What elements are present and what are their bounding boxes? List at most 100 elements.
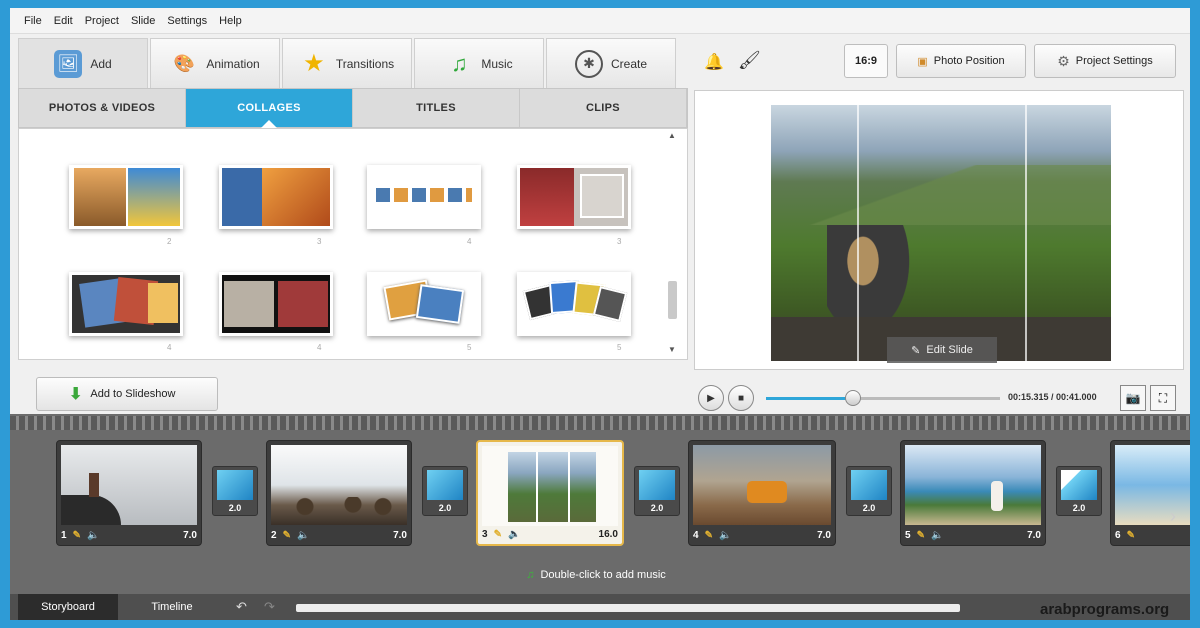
slide-thumbnail-selected[interactable]: 3 ✎ 🔈 16.0 bbox=[476, 440, 624, 546]
collage-thumbnail[interactable] bbox=[69, 165, 183, 229]
tab-add[interactable]: 🖼 Add bbox=[18, 38, 148, 88]
transition-duration: 2.0 bbox=[862, 503, 876, 513]
menu-edit[interactable]: Edit bbox=[54, 15, 73, 27]
bell-icon[interactable]: 🔔 bbox=[704, 52, 724, 72]
collage-thumbnail[interactable] bbox=[517, 165, 631, 229]
fullscreen-button[interactable]: ⛶ bbox=[1150, 385, 1176, 411]
music-drop-zone[interactable]: ♫ Double-click to add music bbox=[56, 560, 1136, 590]
edit-slide-label: Edit Slide bbox=[926, 344, 973, 356]
subtab-collages[interactable]: COLLAGES bbox=[186, 89, 353, 128]
project-settings-button[interactable]: ⚙ Project Settings bbox=[1034, 44, 1176, 78]
speaker-icon[interactable]: 🔈 bbox=[297, 530, 309, 541]
collage-photo-count: 3 bbox=[317, 237, 322, 246]
storyboard-scrollbar[interactable] bbox=[296, 604, 960, 612]
scroll-right-icon[interactable]: › bbox=[1170, 506, 1176, 527]
scroll-down-icon[interactable]: ▼ bbox=[668, 345, 676, 354]
scroll-thumb[interactable] bbox=[668, 281, 677, 319]
collage-divider bbox=[1025, 91, 1027, 369]
slide-preview[interactable]: ✎ Edit Slide bbox=[694, 90, 1184, 370]
menu-help[interactable]: Help bbox=[219, 15, 242, 27]
slide-thumbnail[interactable]: 4 ✎ 🔈 7.0 bbox=[688, 440, 836, 546]
slide-image bbox=[61, 445, 197, 525]
playback-scrubber[interactable] bbox=[844, 390, 861, 406]
tab-transitions-label: Transitions bbox=[335, 56, 395, 71]
transition-duration: 2.0 bbox=[650, 503, 664, 513]
playback-progress-track[interactable] bbox=[766, 397, 1000, 400]
menu-project[interactable]: Project bbox=[85, 15, 119, 27]
palette-icon: 🎨 bbox=[173, 53, 195, 73]
transition-tile[interactable]: 2.0 bbox=[422, 466, 468, 516]
pencil-icon[interactable]: ✎ bbox=[73, 530, 81, 541]
slide-image bbox=[693, 445, 831, 525]
redo-icon[interactable]: ↷ bbox=[264, 599, 275, 615]
slide-thumbnail[interactable]: 5 ✎ 🔈 7.0 bbox=[900, 440, 1046, 546]
slide-number: 5 bbox=[905, 529, 911, 541]
scroll-up-icon[interactable]: ▲ bbox=[668, 131, 676, 140]
speaker-icon[interactable]: 🔈 bbox=[508, 529, 520, 540]
pencil-icon[interactable]: ✎ bbox=[917, 530, 925, 541]
media-panel: 🖼 Add 🎨 Animation ★ Transitions ♫ Music … bbox=[18, 38, 688, 418]
menu-file[interactable]: File bbox=[24, 15, 42, 27]
tab-music[interactable]: ♫ Music bbox=[414, 38, 544, 88]
undo-icon[interactable]: ↶ bbox=[236, 599, 247, 615]
gallery-scrollbar[interactable]: ▲ ▼ bbox=[665, 131, 681, 357]
subtab-photos-videos[interactable]: PHOTOS & VIDEOS bbox=[19, 89, 186, 127]
photo-position-button[interactable]: ▣ Photo Position bbox=[896, 44, 1026, 78]
aspect-ratio-button[interactable]: 16:9 bbox=[844, 44, 888, 78]
add-to-slideshow-button[interactable]: ⬇ Add to Slideshow bbox=[36, 377, 218, 411]
film-reel-icon: ✱ bbox=[574, 49, 603, 78]
slide-number: 6 bbox=[1115, 529, 1121, 541]
edit-slide-button[interactable]: ✎ Edit Slide bbox=[887, 337, 997, 363]
filmstrip-border bbox=[10, 416, 1190, 430]
collage-thumbnail[interactable] bbox=[367, 165, 481, 229]
pencil-icon[interactable]: ✎ bbox=[494, 529, 502, 540]
pencil-icon[interactable]: ✎ bbox=[1127, 530, 1135, 541]
pencil-icon[interactable]: ✎ bbox=[283, 530, 291, 541]
tab-animation[interactable]: 🎨 Animation bbox=[150, 38, 280, 88]
menu-slide[interactable]: Slide bbox=[131, 15, 155, 27]
transition-tile[interactable]: 2.0 bbox=[1056, 466, 1102, 516]
transition-tile[interactable]: 2.0 bbox=[634, 466, 680, 516]
pencil-icon[interactable]: ✎ bbox=[705, 530, 713, 541]
collage-photo-count: 5 bbox=[467, 343, 472, 352]
slide-thumbnail[interactable]: 1 ✎ 🔈 7.0 bbox=[56, 440, 202, 546]
transition-tile[interactable]: 2.0 bbox=[212, 466, 258, 516]
van-shape bbox=[747, 481, 787, 503]
photo-position-label: Photo Position bbox=[933, 55, 1005, 67]
collage-thumbnail[interactable] bbox=[69, 272, 183, 336]
collage-thumbnail[interactable] bbox=[367, 272, 481, 336]
menu-settings[interactable]: Settings bbox=[167, 15, 207, 27]
collage-photo-count: 4 bbox=[467, 237, 472, 246]
slide-thumbnail[interactable]: 6 ✎ bbox=[1110, 440, 1190, 546]
music-hint-label: Double-click to add music bbox=[540, 569, 666, 581]
collage-thumbnail[interactable] bbox=[219, 272, 333, 336]
tab-create[interactable]: ✱ Create bbox=[546, 38, 676, 88]
transition-duration: 2.0 bbox=[1072, 503, 1086, 513]
watermark-text: arabprograms.org bbox=[1040, 601, 1170, 618]
slide-duration: 7.0 bbox=[183, 529, 197, 541]
tab-transitions[interactable]: ★ Transitions bbox=[282, 38, 412, 88]
transition-duration: 2.0 bbox=[438, 503, 452, 513]
main-tabs: 🖼 Add 🎨 Animation ★ Transitions ♫ Music … bbox=[18, 38, 688, 88]
subtab-clips[interactable]: CLIPS bbox=[520, 89, 687, 127]
slide-number: 2 bbox=[271, 529, 277, 541]
snapshot-button[interactable]: 📷 bbox=[1120, 385, 1146, 411]
slide-info-bar: 4 ✎ 🔈 7.0 bbox=[693, 528, 831, 542]
speaker-icon[interactable]: 🔈 bbox=[931, 530, 943, 541]
transition-tile[interactable]: 2.0 bbox=[846, 466, 892, 516]
stop-button[interactable]: ■ bbox=[728, 385, 754, 411]
collage-thumbnail[interactable] bbox=[517, 272, 631, 336]
collage-thumbnail[interactable] bbox=[219, 165, 333, 229]
speaker-icon[interactable]: 🔈 bbox=[719, 530, 731, 541]
speaker-icon[interactable]: 🔈 bbox=[87, 530, 99, 541]
subtab-titles[interactable]: TITLES bbox=[353, 89, 520, 127]
tab-storyboard[interactable]: Storyboard bbox=[18, 594, 118, 620]
slide-info-bar: 1 ✎ 🔈 7.0 bbox=[61, 528, 197, 542]
tab-timeline[interactable]: Timeline bbox=[122, 594, 222, 620]
slide-thumbnail[interactable]: 2 ✎ 🔈 7.0 bbox=[266, 440, 412, 546]
fullscreen-icon: ⛶ bbox=[1158, 390, 1168, 405]
transition-preview bbox=[639, 470, 675, 500]
play-button[interactable]: ▶ bbox=[698, 385, 724, 411]
gear-icon: ⚙ bbox=[1057, 52, 1070, 69]
slide-style-icon[interactable]: 🖌 bbox=[738, 50, 761, 71]
